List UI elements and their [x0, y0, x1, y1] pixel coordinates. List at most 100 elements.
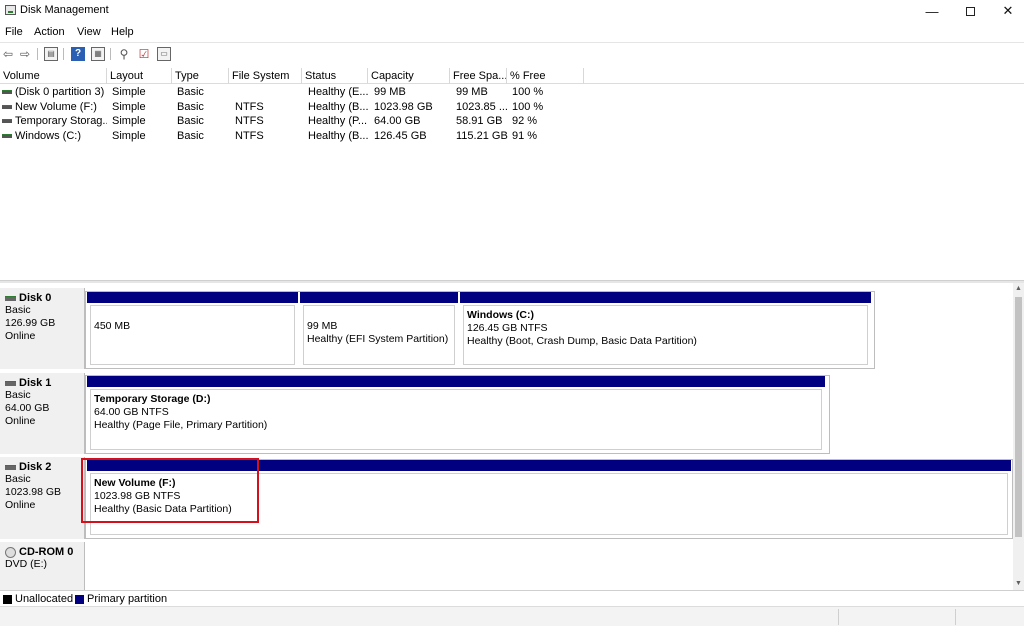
disk-state: Online	[5, 330, 36, 342]
cell-status: Healthy (B...	[308, 101, 369, 113]
back-arrow-icon[interactable]: ⇦	[1, 47, 15, 61]
legend: Unallocated Primary partition	[0, 590, 1024, 606]
forward-arrow-icon[interactable]: ⇨	[18, 47, 32, 61]
column-free-space[interactable]: Free Spa...	[450, 68, 507, 84]
menu-view[interactable]: View	[77, 26, 101, 38]
scroll-up-icon[interactable]: ▲	[1013, 283, 1024, 295]
check-icon[interactable]: ☑	[137, 47, 151, 61]
column-layout[interactable]: Layout	[107, 68, 172, 84]
disk-0-label[interactable]: Disk 0 Basic 126.99 GB Online	[0, 288, 85, 369]
disk-type: Basic	[5, 304, 31, 316]
disk-state: Online	[5, 415, 36, 427]
cell-free-space: 99 MB	[456, 86, 488, 98]
cell-layout: Simple	[112, 115, 146, 127]
drive-icon	[5, 295, 16, 301]
column-type[interactable]: Type	[172, 68, 229, 84]
cell-file-system: NTFS	[235, 115, 264, 127]
disk-state: Online	[5, 499, 36, 511]
cell-type: Basic	[177, 101, 204, 113]
volume-row[interactable]: New Volume (F:) Simple Basic NTFS Health…	[0, 100, 1024, 114]
volume-list-header: Volume Layout Type File System Status Ca…	[0, 68, 1024, 84]
partition-body: 450 MB	[90, 305, 295, 365]
status-bar	[0, 606, 1024, 626]
scroll-down-icon[interactable]: ▼	[1013, 578, 1024, 590]
legend-unallocated: Unallocated	[15, 593, 74, 605]
volume-list-icon[interactable]: ▤	[44, 47, 58, 61]
volume-icon	[2, 90, 12, 94]
disk-type: Basic	[5, 389, 31, 401]
primary-partition-bar	[300, 292, 458, 303]
disk-1-label[interactable]: Disk 1 Basic 64.00 GB Online	[0, 373, 85, 454]
disk-name: Disk 2	[19, 461, 52, 473]
partition-body: Temporary Storage (D:) 64.00 GB NTFS Hea…	[90, 389, 822, 450]
properties-icon[interactable]: ▦	[91, 47, 105, 61]
graphical-view-scrollbar[interactable]: ▲ ▼	[1013, 283, 1024, 590]
menu-help[interactable]: Help	[111, 26, 134, 38]
close-icon: ✕	[1002, 3, 1014, 18]
cell-free-space: 115.21 GB	[456, 130, 508, 142]
unallocated-swatch	[3, 595, 12, 604]
scrollbar-thumb[interactable]	[1015, 297, 1022, 537]
partition-size: 450 MB	[94, 320, 131, 332]
cell-percent-free: 100 %	[512, 86, 544, 98]
cell-file-system: NTFS	[235, 130, 264, 142]
volume-icon	[2, 134, 12, 138]
cell-capacity: 126.45 GB	[374, 130, 427, 142]
menu-file[interactable]: File	[5, 26, 23, 38]
minimize-icon: —	[925, 3, 939, 19]
title-bar: Disk Management — ✕	[0, 0, 1024, 22]
help-icon[interactable]: ?	[71, 47, 85, 61]
disk-2-label[interactable]: Disk 2 Basic 1023.98 GB Online	[0, 457, 85, 539]
minimize-button[interactable]: —	[913, 0, 951, 22]
volume-row[interactable]: Windows (C:) Simple Basic NTFS Healthy (…	[0, 129, 1024, 143]
partition-disk1-1[interactable]: Temporary Storage (D:) 64.00 GB NTFS Hea…	[87, 376, 825, 453]
volume-row[interactable]: Temporary Storag... Simple Basic NTFS He…	[0, 114, 1024, 128]
column-status[interactable]: Status	[302, 68, 368, 84]
column-volume[interactable]: Volume	[0, 68, 107, 84]
cell-volume: (Disk 0 partition 3)	[15, 86, 105, 98]
cdrom-0-label[interactable]: CD-ROM 0 DVD (E:)	[0, 542, 85, 590]
disk-name: Disk 1	[19, 377, 52, 389]
cell-percent-free: 92 %	[512, 115, 538, 127]
disk-type: DVD (E:)	[5, 558, 47, 570]
close-button[interactable]: ✕	[989, 0, 1024, 22]
highlight-box	[81, 458, 259, 523]
partition-disk0-1[interactable]: 450 MB	[87, 292, 298, 368]
cell-type: Basic	[177, 86, 204, 98]
cell-type: Basic	[177, 130, 204, 142]
toolbar-separator	[63, 48, 64, 60]
volume-icon	[2, 105, 12, 109]
maximize-button[interactable]	[951, 0, 989, 22]
partition-body: 99 MB Healthy (EFI System Partition)	[303, 305, 455, 365]
column-capacity[interactable]: Capacity	[368, 68, 450, 84]
toolbar-separator	[110, 48, 111, 60]
cell-status: Healthy (E...	[308, 86, 369, 98]
cell-percent-free: 100 %	[512, 101, 544, 113]
primary-partition-bar	[460, 292, 871, 303]
partition-size: 64.00 GB NTFS	[94, 406, 169, 418]
cell-status: Healthy (B...	[308, 130, 369, 142]
menu-action[interactable]: Action	[34, 26, 65, 38]
primary-partition-swatch	[75, 595, 84, 604]
toolbar-separator	[37, 48, 38, 60]
partition-disk0-3[interactable]: Windows (C:) 126.45 GB NTFS Healthy (Boo…	[460, 292, 871, 368]
connect-icon[interactable]: ⚲	[117, 47, 131, 61]
cell-type: Basic	[177, 115, 204, 127]
partition-size: 99 MB	[307, 320, 338, 332]
menu-bar: File Action View Help	[0, 24, 1024, 41]
disk-name: Disk 0	[19, 292, 52, 304]
volume-row[interactable]: (Disk 0 partition 3) Simple Basic Health…	[0, 85, 1024, 99]
volume-icon	[2, 119, 12, 123]
partition-status: Healthy (Boot, Crash Dump, Basic Data Pa…	[467, 335, 697, 347]
partition-body: Windows (C:) 126.45 GB NTFS Healthy (Boo…	[463, 305, 868, 365]
cell-volume: Windows (C:)	[15, 130, 82, 142]
cell-free-space: 1023.85 ...	[456, 101, 508, 113]
legend-primary-partition: Primary partition	[87, 593, 168, 605]
column-percent-free[interactable]: % Free	[507, 68, 584, 84]
cell-free-space: 58.91 GB	[456, 115, 503, 127]
partition-disk0-2[interactable]: 99 MB Healthy (EFI System Partition)	[300, 292, 458, 368]
window-title: Disk Management	[20, 4, 109, 16]
column-file-system[interactable]: File System	[229, 68, 302, 84]
console-icon[interactable]: ▭	[157, 47, 171, 61]
cell-file-system: NTFS	[235, 101, 264, 113]
